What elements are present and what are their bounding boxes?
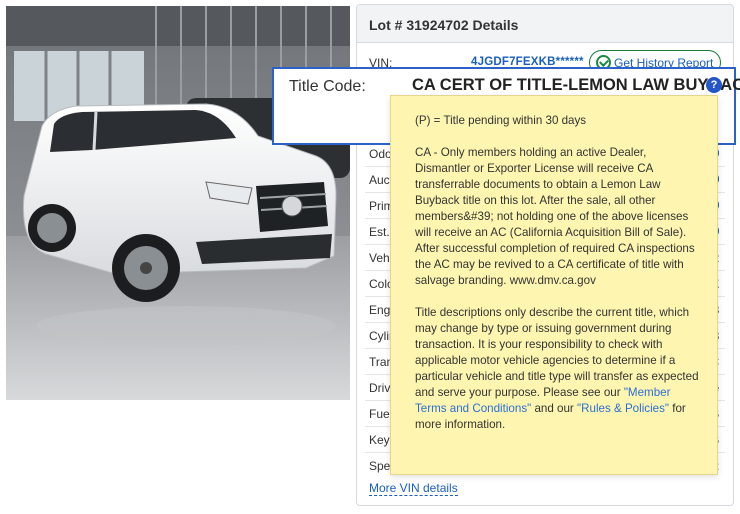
detail-row-label: Odo xyxy=(369,147,392,161)
tooltip-ca-notice: CA - Only members holding an active Deal… xyxy=(415,146,695,287)
vehicle-photo[interactable] xyxy=(6,6,350,400)
detail-row-label: Vehi xyxy=(369,251,393,265)
more-vin-details-link[interactable]: More VIN details xyxy=(369,481,458,496)
title-code-tooltip: (P) = Title pending within 30 days CA - … xyxy=(390,95,718,475)
title-code-help-icon[interactable]: ? xyxy=(706,77,722,93)
vehicle-photo-illustration xyxy=(6,6,350,400)
detail-row-label: Fuel xyxy=(369,407,393,421)
lot-details-header: Lot # 31924702 Details xyxy=(357,5,733,43)
tooltip-disclaimer-and: and our xyxy=(531,402,578,415)
tooltip-disclaimer: Title descriptions only describe the cur… xyxy=(415,305,703,433)
rules-policies-link[interactable]: "Rules & Policies" xyxy=(577,402,669,415)
title-code-label: Title Code: xyxy=(289,78,366,95)
tooltip-pending-note: (P) = Title pending within 30 days xyxy=(415,114,587,127)
title-code-value: CA CERT OF TITLE-LEMON LAW BUYBAC xyxy=(412,76,740,94)
